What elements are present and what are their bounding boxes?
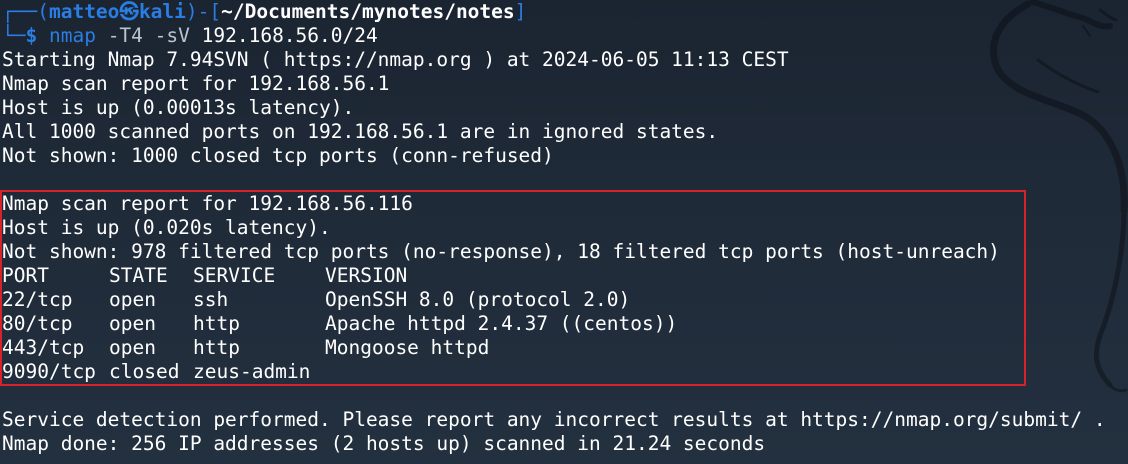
host2-status: Host is up (0.020s latency). [2,216,331,239]
host2-report: Nmap scan report for 192.168.56.116 [2,192,413,215]
port-version: OpenSSH 8.0 (protocol 2.0) [325,288,631,311]
port-row: 443/tcp open http Mongoose httpd [2,336,1126,360]
prompt-user: matteo [48,0,120,23]
service-detection-note: Service detection performed. Please repo… [2,408,1106,431]
port-row: 80/tcp open http Apache httpd 2.4.37 ((cent… [2,312,1126,336]
port-number: 22/tcp [2,288,73,311]
prompt-bracket-close: ] [514,0,527,23]
command-args: -T4 -sV [95,24,202,47]
output-starting: Starting Nmap 7.94SVN ( https://nmap.org… [2,48,789,71]
command-line[interactable]: └─$ nmap -T4 -sV 192.168.56.0/24 [2,24,1126,48]
port-version: Apache httpd 2.4.37 ((centos)) [325,312,678,335]
prompt-dollar: $ [25,24,38,47]
prompt-cwd: ~/Documents/mynotes/notes [221,0,515,23]
port-number: 80/tcp [2,312,73,335]
port-service: http [193,336,240,359]
prompt-line: ┌──(matteo㉿kali)-[~/Documents/mynotes/no… [2,0,1126,24]
port-state: closed [109,360,180,383]
prompt-corner: └─ [2,24,26,47]
prompt-host: kali [138,0,186,23]
header-version: VERSION [325,264,408,287]
port-service: zeus-admin [193,360,311,383]
host1-ports-info: All 1000 scanned ports on 192.168.56.1 a… [2,120,719,143]
header-state: STATE [109,264,168,287]
port-row: 9090/tcp closed zeus-admin [2,360,1126,384]
prompt-at-icon: ㉿ [119,0,139,23]
port-row: 22/tcp open ssh OpenSSH 8.0 (protocol 2.0) [2,288,1126,312]
terminal-output: ┌──(matteo㉿kali)-[~/Documents/mynotes/no… [2,0,1126,464]
port-state: open [109,312,156,335]
port-version: Mongoose httpd [325,336,490,359]
prompt-bracket-open: ┌──( [2,0,49,23]
host1-report: Nmap scan report for 192.168.56.1 [2,72,390,95]
nmap-done-summary: Nmap done: 256 IP addresses (2 hosts up)… [2,432,766,455]
port-number: 9090/tcp [2,360,96,383]
port-service: http [193,312,240,335]
port-table-header: PORT STATE SERVICE VERSION [2,264,1126,288]
command-name: nmap [48,24,96,47]
host1-not-shown: Not shown: 1000 closed tcp ports (conn-r… [2,144,554,167]
port-state: open [109,288,156,311]
terminal-window: { "prompt": { "open_bracket": "┌──(", "u… [0,0,1128,464]
host1-status: Host is up (0.00013s latency). [2,96,355,119]
port-number: 443/tcp [2,336,85,359]
header-service: SERVICE [193,264,276,287]
header-port: PORT [2,264,49,287]
port-service: ssh [193,288,229,311]
port-state: open [109,336,156,359]
command-target: 192.168.56.0/24 [201,24,378,47]
host2-not-shown: Not shown: 978 filtered tcp ports (no-re… [2,240,1000,263]
prompt-separator: )-[ [185,0,222,23]
